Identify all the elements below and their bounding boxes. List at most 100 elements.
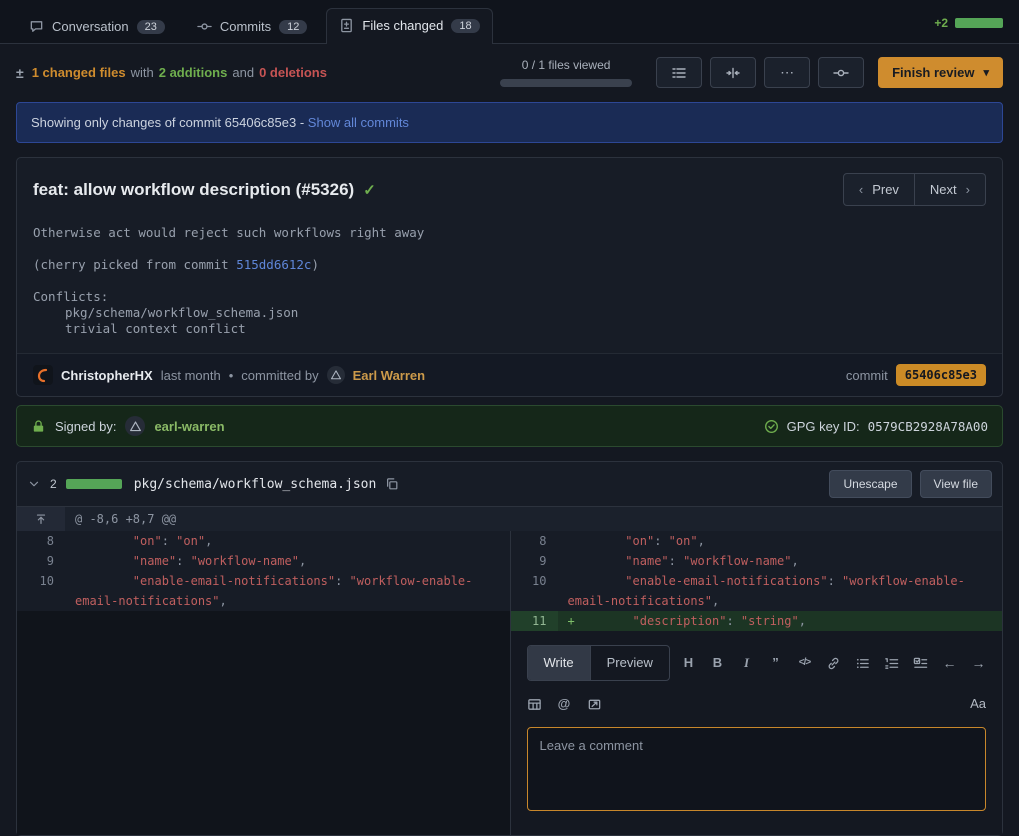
- left-code-line[interactable]: "name": "workflow-name",: [65, 551, 510, 571]
- conversation-count-badge: 23: [137, 20, 165, 34]
- editor-toolbar-row: Write Preview H B I ” </>: [527, 645, 987, 681]
- additions-count: 2 additions: [159, 65, 228, 80]
- finish-review-label: Finish review: [892, 65, 974, 80]
- mention-icon[interactable]: @: [557, 696, 572, 712]
- file-actions: Unescape View file: [829, 470, 992, 498]
- deletions-count: 0 deletions: [259, 65, 327, 80]
- expand-hunk-button[interactable]: [17, 507, 65, 531]
- changed-files-summary: ± 1 changed files with 2 additions and 0…: [16, 65, 327, 81]
- summary-with: with: [131, 65, 154, 80]
- tab-commits[interactable]: Commits 12: [184, 9, 321, 43]
- commit-time: last month: [161, 368, 221, 383]
- conflict-file: pkg/schema/workflow_schema.json: [33, 305, 986, 321]
- right-code-line[interactable]: "enable-email-notifications": "workflow-…: [558, 571, 1003, 611]
- prev-commit-button[interactable]: ‹ Prev: [843, 173, 915, 206]
- commits-icon: [197, 19, 212, 34]
- gpg-key-value: 0579CB2928A78A00: [868, 419, 988, 434]
- tab-conversation-label: Conversation: [52, 19, 129, 34]
- commit-filter-banner: Showing only changes of commit 65406c85e…: [16, 102, 1003, 143]
- formatting-toolbar: H B I ” </>: [681, 655, 986, 671]
- prev-label: Prev: [872, 182, 899, 197]
- right-line-number-added[interactable]: 11: [510, 611, 558, 631]
- collapse-file-icon[interactable]: [27, 477, 41, 491]
- conversation-icon: [29, 19, 44, 34]
- right-line-number[interactable]: 10: [510, 571, 558, 611]
- table-icon[interactable]: [527, 696, 542, 712]
- left-line-number[interactable]: 8: [17, 531, 65, 551]
- show-all-commits-link[interactable]: Show all commits: [308, 115, 409, 130]
- tab-files-changed[interactable]: Files changed 18: [326, 8, 492, 44]
- file-diff-stat-bar: [66, 479, 122, 489]
- signed-by-label: Signed by:: [55, 419, 116, 434]
- tab-conversation[interactable]: Conversation 23: [16, 9, 178, 43]
- split-view-button[interactable]: [710, 57, 756, 88]
- files-viewed-progress: 0 / 1 files viewed: [500, 58, 632, 87]
- file-diff-box: 2 pkg/schema/workflow_schema.json Unesca…: [16, 461, 1003, 836]
- left-code-line[interactable]: "on": "on",: [65, 531, 510, 551]
- diff-stat-bar: [955, 18, 1003, 28]
- reference-icon[interactable]: [587, 696, 602, 712]
- arrow-left-icon[interactable]: ←: [942, 655, 957, 671]
- pr-diff-stat: +2: [934, 16, 1003, 36]
- right-added-code-line[interactable]: + "description": "string",: [558, 611, 1003, 631]
- file-tree-toggle-button[interactable]: [656, 57, 702, 88]
- pr-files-page: Conversation 23 Commits 12 Files changed…: [0, 0, 1019, 836]
- code-icon[interactable]: </>: [797, 655, 812, 671]
- left-line-number[interactable]: 10: [17, 571, 65, 611]
- right-code-line[interactable]: "name": "workflow-name",: [558, 551, 1003, 571]
- copy-path-icon[interactable]: [385, 477, 399, 491]
- signer-name[interactable]: earl-warren: [154, 419, 224, 434]
- right-line-number[interactable]: 9: [510, 551, 558, 571]
- file-name[interactable]: pkg/schema/workflow_schema.json: [134, 477, 377, 492]
- hunk-header: @ -8,6 +8,7 @@: [65, 507, 1002, 531]
- gpg-key-group: GPG key ID: 0579CB2928A78A00: [764, 419, 988, 434]
- committer-name[interactable]: Earl Warren: [353, 368, 426, 383]
- cherry-pick-hash-link[interactable]: 515dd6612c: [236, 257, 311, 272]
- unescape-button[interactable]: Unescape: [829, 470, 911, 498]
- link-icon[interactable]: [826, 655, 841, 671]
- tab-write[interactable]: Write: [528, 646, 590, 680]
- tab-preview[interactable]: Preview: [590, 646, 669, 680]
- committed-by-label: committed by: [241, 368, 318, 383]
- next-commit-button[interactable]: Next ›: [915, 173, 986, 206]
- chevron-right-icon: ›: [966, 182, 970, 197]
- tab-files-changed-label: Files changed: [362, 18, 443, 33]
- author-avatar[interactable]: [33, 365, 53, 385]
- summary-and: and: [232, 65, 254, 80]
- diff-file-icon: [339, 18, 354, 33]
- commit-picker-button[interactable]: [818, 57, 864, 88]
- commit-sha-badge[interactable]: 65406c85e3: [896, 364, 986, 386]
- diff-stat-additions: +2: [934, 16, 948, 30]
- commit-message-body: Otherwise act would reject such workflow…: [17, 217, 1002, 353]
- tab-commits-label: Commits: [220, 19, 271, 34]
- author-name[interactable]: ChristopherHX: [61, 368, 153, 383]
- unordered-list-icon[interactable]: [855, 655, 870, 671]
- left-code-line[interactable]: "enable-email-notifications": "workflow-…: [65, 571, 510, 611]
- more-options-button[interactable]: ⋯: [764, 57, 810, 88]
- caret-down-icon: ▾: [983, 66, 989, 79]
- view-file-button[interactable]: View file: [920, 470, 992, 498]
- task-list-icon[interactable]: [913, 655, 928, 671]
- code-text: "on": "on",: [568, 534, 705, 548]
- commit-title: feat: allow workflow description (#5326): [33, 180, 354, 200]
- heading-icon[interactable]: H: [681, 655, 696, 671]
- commit-sha-group: commit 65406c85e3: [846, 364, 986, 386]
- arrow-right-icon[interactable]: →: [971, 655, 986, 671]
- bold-icon[interactable]: B: [710, 655, 725, 671]
- comment-input[interactable]: [527, 727, 987, 811]
- quote-icon[interactable]: ”: [768, 655, 783, 671]
- left-empty-gutter: [17, 611, 65, 631]
- left-line-number[interactable]: 9: [17, 551, 65, 571]
- signer-avatar[interactable]: [125, 416, 145, 436]
- finish-review-button[interactable]: Finish review ▾: [878, 57, 1003, 88]
- right-code-line[interactable]: "on": "on",: [558, 531, 1003, 551]
- ordered-list-icon[interactable]: [884, 655, 899, 671]
- italic-icon[interactable]: I: [739, 655, 754, 671]
- commit-body-line: Otherwise act would reject such workflow…: [33, 225, 986, 241]
- right-line-number[interactable]: 8: [510, 531, 558, 551]
- left-empty-line: [65, 611, 510, 631]
- monospace-toggle[interactable]: Aa: [970, 694, 986, 714]
- editor-mode-tabs: Write Preview: [527, 645, 670, 681]
- plus-minus-icon: ±: [16, 65, 24, 81]
- committer-avatar[interactable]: [327, 366, 345, 384]
